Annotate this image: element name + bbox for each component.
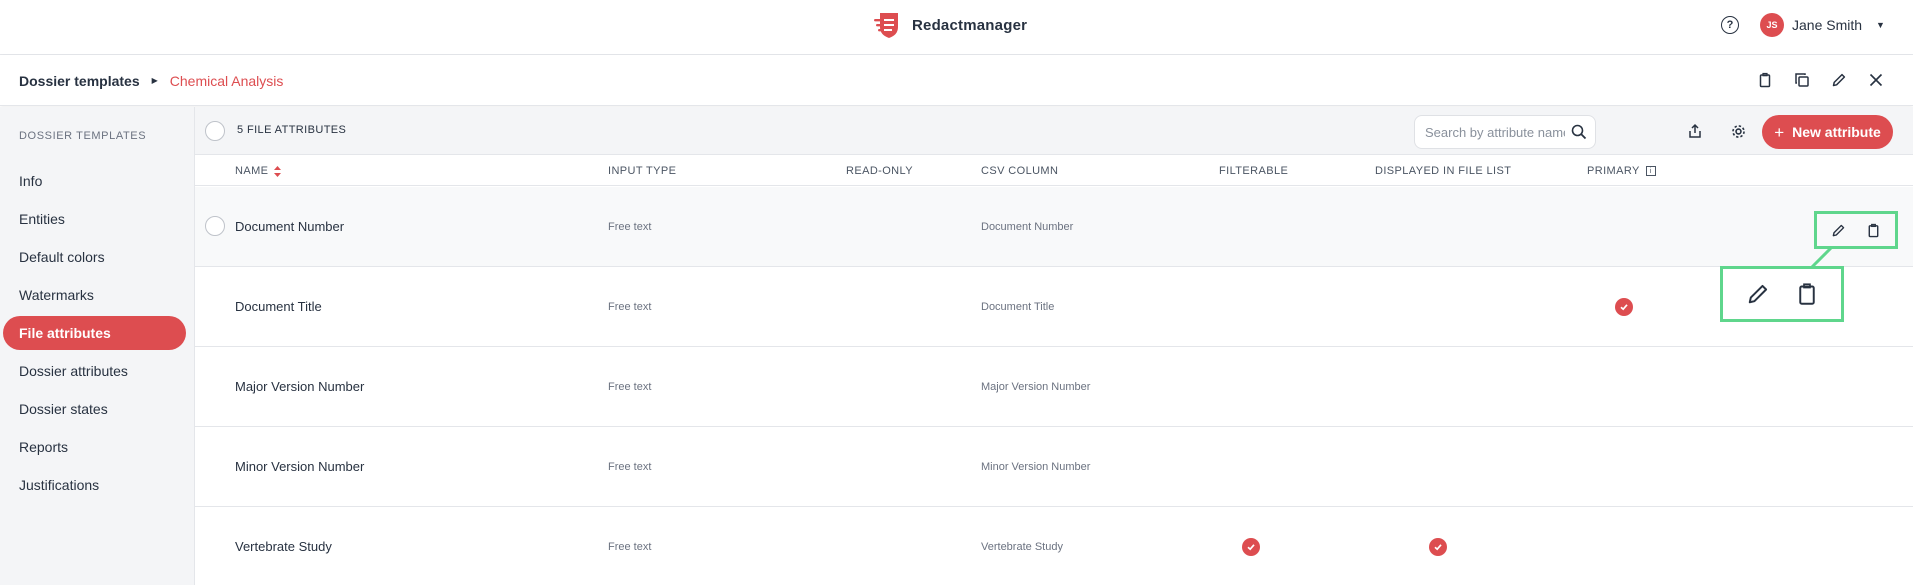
check-icon xyxy=(1615,297,1633,316)
search-input[interactable] xyxy=(1425,124,1565,140)
pencil-icon xyxy=(1748,284,1767,304)
sidebar-item-justifications[interactable]: Justifications xyxy=(3,468,186,502)
sidebar-title: DOSSIER TEMPLATES xyxy=(19,130,147,142)
breadcrumb-dossier-templates[interactable]: Dossier templates xyxy=(19,73,140,89)
row-checkbox[interactable] xyxy=(205,216,225,236)
input-type: Free text xyxy=(608,220,652,233)
attribute-name: Major Version Number xyxy=(235,379,365,394)
sidebar-item-reports[interactable]: Reports xyxy=(3,430,186,464)
trash-icon xyxy=(1759,72,1771,88)
row-actions xyxy=(1814,211,1898,249)
delete-template-button[interactable] xyxy=(1753,68,1777,92)
primary-cell xyxy=(1615,267,1633,346)
sidebar-item-file-attributes[interactable]: File attributes xyxy=(3,316,186,350)
trash-icon xyxy=(1798,283,1815,305)
search-icon[interactable] xyxy=(1571,124,1587,140)
close-button[interactable] xyxy=(1864,68,1888,92)
caret-down-icon: ▼ xyxy=(1876,20,1885,30)
column-header-primary: PRIMARY i xyxy=(1587,165,1656,177)
select-all-checkbox[interactable] xyxy=(205,121,225,141)
clone-template-button[interactable] xyxy=(1790,68,1814,92)
search-box[interactable] xyxy=(1414,115,1596,149)
table-row[interactable]: Document Number Free text Document Numbe… xyxy=(195,187,1913,267)
column-header-csv-column: CSV COLUMN xyxy=(981,165,1059,177)
column-label: PRIMARY xyxy=(1587,165,1640,177)
breadcrumb-bar: Dossier templates ▶ Chemical Analysis xyxy=(0,55,1913,106)
csv-column: Document Title xyxy=(981,300,1055,313)
table-row[interactable]: Vertebrate Study Free text Vertebrate St… xyxy=(195,507,1913,585)
plus-icon: + xyxy=(1774,122,1785,142)
export-button[interactable] xyxy=(1683,119,1707,143)
breadcrumb-current[interactable]: Chemical Analysis xyxy=(170,73,284,89)
edit-template-button[interactable] xyxy=(1827,68,1851,92)
attribute-name: Minor Version Number xyxy=(235,459,365,474)
column-header-filterable: FILTERABLE xyxy=(1219,165,1289,177)
zoomed-row-actions-callout xyxy=(1720,266,1844,322)
input-type: Free text xyxy=(608,540,652,553)
export-icon xyxy=(1689,123,1701,138)
column-label: NAME xyxy=(235,165,269,177)
pencil-icon xyxy=(1832,73,1846,87)
check-icon xyxy=(1429,537,1447,556)
sidebar-nav: Info Entities Default colors Watermarks … xyxy=(3,164,186,506)
sidebar-item-default-colors[interactable]: Default colors xyxy=(3,240,186,274)
main-content: 5 FILE ATTRIBUTES + New attribute NAME I… xyxy=(195,107,1913,585)
sidebar-item-dossier-states[interactable]: Dossier states xyxy=(3,392,186,426)
sidebar-item-info[interactable]: Info xyxy=(3,164,186,198)
sidebar-item-watermarks[interactable]: Watermarks xyxy=(3,278,186,312)
sidebar-item-entities[interactable]: Entities xyxy=(3,202,186,236)
edit-attribute-button[interactable] xyxy=(1827,218,1851,242)
input-type: Free text xyxy=(608,300,652,313)
template-actions xyxy=(1753,68,1888,92)
table-header: NAME INPUT TYPE READ-ONLY CSV COLUMN FIL… xyxy=(195,155,1913,186)
filterable-cell xyxy=(1242,507,1260,585)
attribute-name: Vertebrate Study xyxy=(235,539,332,554)
settings-button[interactable] xyxy=(1726,119,1750,143)
trash-icon xyxy=(1868,223,1879,237)
csv-column: Major Version Number xyxy=(981,380,1091,393)
sidebar: DOSSIER TEMPLATES Info Entities Default … xyxy=(0,107,195,585)
top-bar: Redactmanager ? JS Jane Smith ▼ xyxy=(0,0,1913,55)
user-name: Jane Smith xyxy=(1792,17,1863,33)
displayed-cell xyxy=(1429,507,1447,585)
csv-column: Vertebrate Study xyxy=(981,540,1063,553)
user-menu[interactable]: JS Jane Smith ▼ xyxy=(1760,12,1885,38)
check-icon xyxy=(1242,537,1260,556)
column-header-name[interactable]: NAME xyxy=(235,165,282,177)
sort-icon[interactable] xyxy=(274,165,282,177)
breadcrumb: Dossier templates ▶ Chemical Analysis xyxy=(19,55,283,106)
csv-column: Document Number xyxy=(981,220,1074,233)
csv-column: Minor Version Number xyxy=(981,460,1091,473)
column-header-displayed: DISPLAYED IN FILE LIST xyxy=(1375,165,1512,177)
app-name: Redactmanager xyxy=(912,16,1028,34)
table-row[interactable]: Minor Version Number Free text Minor Ver… xyxy=(195,427,1913,507)
input-type: Free text xyxy=(608,380,652,393)
delete-attribute-button[interactable] xyxy=(1862,218,1886,242)
help-icon[interactable]: ? xyxy=(1721,16,1739,34)
table-row[interactable]: Document Title Free text Document Title xyxy=(195,267,1913,347)
column-header-read-only: READ-ONLY xyxy=(846,165,913,177)
gear-icon xyxy=(1731,124,1745,138)
close-icon xyxy=(1869,73,1883,87)
new-attribute-button[interactable]: + New attribute xyxy=(1762,115,1893,149)
pencil-icon xyxy=(1832,224,1845,236)
info-icon[interactable]: i xyxy=(1645,166,1656,176)
brand[interactable]: Redactmanager xyxy=(872,10,1027,40)
column-header-input-type: INPUT TYPE xyxy=(608,165,677,177)
attribute-name: Document Title xyxy=(235,299,322,314)
sidebar-item-dossier-attributes[interactable]: Dossier attributes xyxy=(3,354,186,388)
table-toolbar: 5 FILE ATTRIBUTES + New attribute xyxy=(195,107,1913,155)
table-row[interactable]: Major Version Number Free text Major Ver… xyxy=(195,347,1913,427)
input-type: Free text xyxy=(608,460,652,473)
redactmanager-logo-icon xyxy=(874,13,898,38)
caret-right-icon: ▶ xyxy=(151,76,158,85)
attribute-count: 5 FILE ATTRIBUTES xyxy=(237,124,347,136)
new-attribute-label: New attribute xyxy=(1792,124,1881,140)
attribute-name: Document Number xyxy=(235,219,345,234)
copy-icon xyxy=(1795,73,1809,87)
avatar: JS xyxy=(1760,13,1784,37)
